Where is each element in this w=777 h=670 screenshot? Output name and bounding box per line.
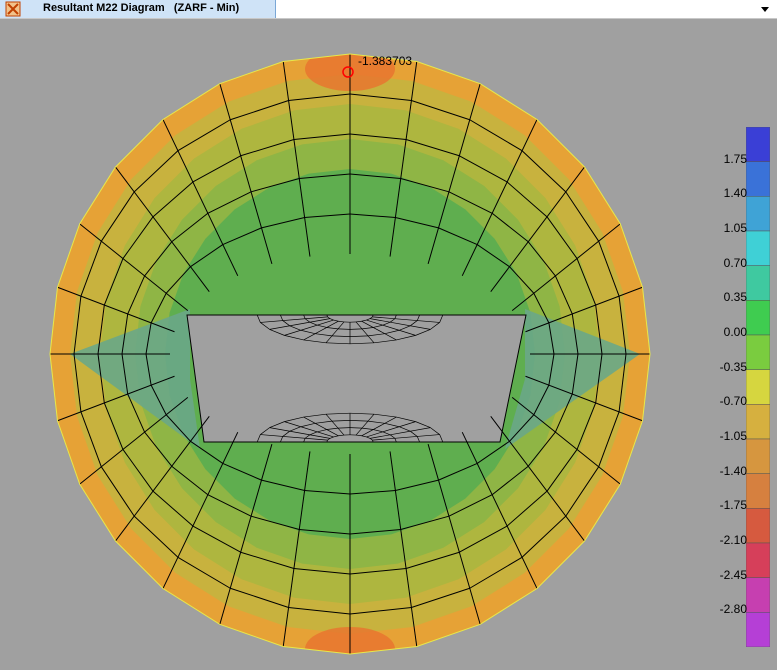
legend-label: 0.70 — [723, 255, 747, 270]
sap-app-icon — [5, 1, 21, 17]
tunnel-opening — [186, 314, 527, 443]
legend-swatch — [746, 161, 770, 197]
legend-swatch — [746, 196, 770, 232]
legend-swatch — [746, 230, 770, 266]
window-titlebar: Resultant M22 Diagram (ZARF - Min) — [0, 0, 777, 19]
m22-contour-diagram — [49, 53, 651, 655]
legend-label: 1.40 — [723, 186, 747, 201]
legend-label: 1.05 — [723, 221, 747, 235]
legend-label: 0.35 — [723, 290, 747, 305]
legend-label: -1.40 — [719, 463, 747, 478]
legend-label: -0.35 — [719, 359, 747, 374]
legend-swatch — [746, 542, 770, 578]
legend-swatch — [746, 508, 770, 544]
diagram-canvas: -1.383703 1.75 1.40 1.05 0.70 0.35 0.00 -0.35 -… — [0, 19, 777, 670]
legend-swatch — [746, 265, 770, 301]
legend-swatch — [746, 404, 770, 440]
legend-label: -2.45 — [719, 567, 747, 582]
peak-value-label: -1.383703 — [358, 54, 413, 68]
legend-label: -1.05 — [719, 429, 747, 443]
legend-color-bar — [746, 127, 770, 647]
window-title: Resultant M22 Diagram (ZARF - Min) — [43, 2, 240, 14]
legend-swatch — [746, 127, 770, 162]
legend-swatch — [746, 369, 770, 405]
legend-label: 1.75 — [723, 151, 747, 166]
legend-swatch — [746, 300, 770, 336]
legend-label: -2.80 — [719, 602, 747, 617]
legend-label: -2.10 — [719, 533, 747, 547]
legend-swatch — [746, 438, 770, 474]
legend-label: -1.75 — [719, 498, 747, 513]
legend-swatch — [746, 334, 770, 370]
legend-swatch — [746, 612, 770, 647]
diagram-tab[interactable]: Resultant M22 Diagram (ZARF - Min) — [0, 0, 276, 18]
legend-label: 0.00 — [723, 325, 747, 339]
legend-swatch — [746, 473, 770, 509]
chevron-down-icon[interactable] — [759, 3, 771, 15]
legend-swatch — [746, 577, 770, 613]
legend-label: -0.70 — [719, 394, 747, 409]
